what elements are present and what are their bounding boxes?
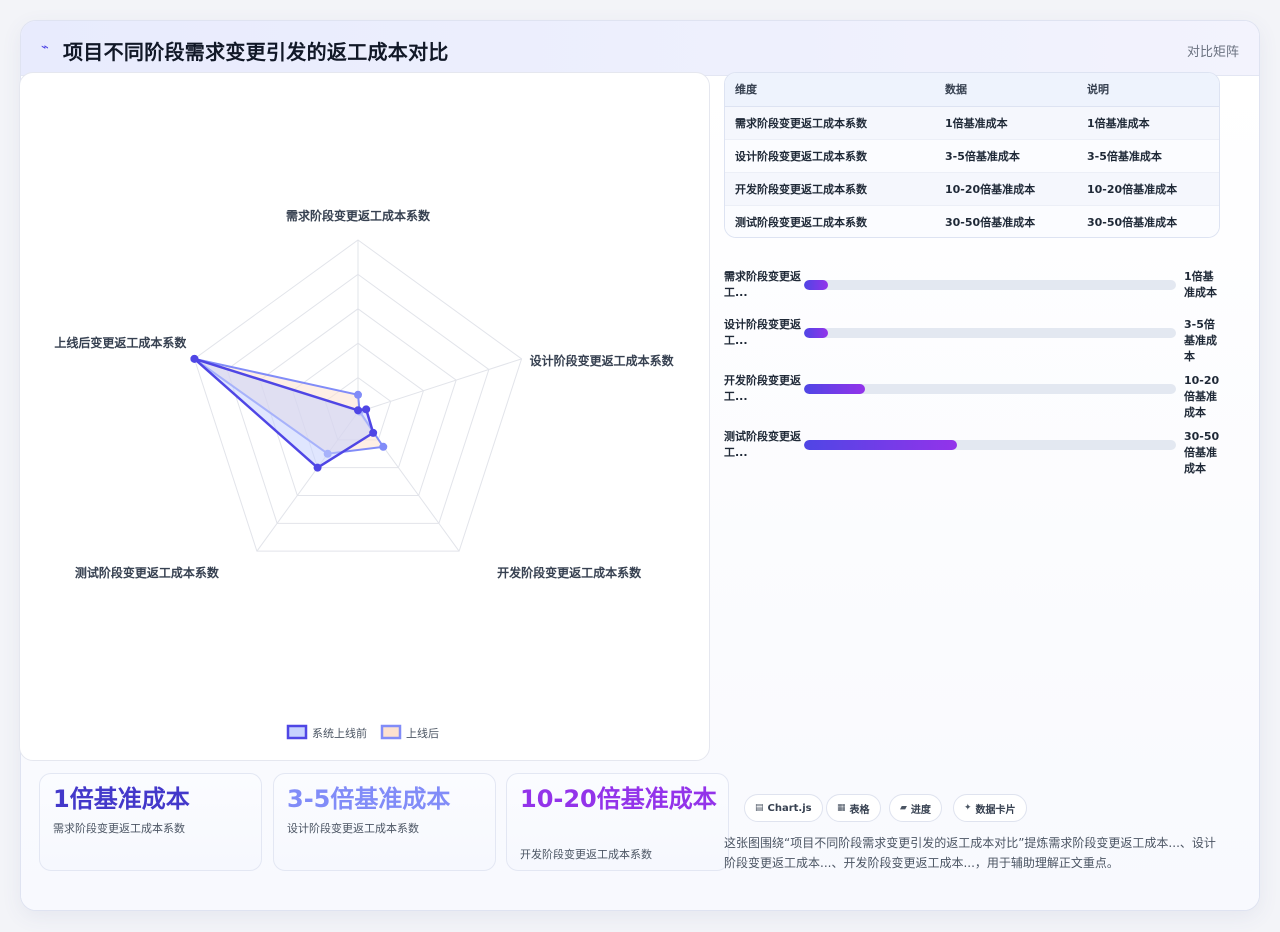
radar-axis-label: 设计阶段变更返工成本系数 bbox=[530, 353, 675, 368]
card-header: ⌁ 项目不同阶段需求变更引发的返工成本对比 对比矩阵 bbox=[21, 21, 1259, 76]
legend-swatch bbox=[286, 724, 308, 740]
chart-icon: ▤ bbox=[755, 803, 764, 813]
radar-axis-label: 测试阶段变更返工成本系数 bbox=[75, 565, 220, 580]
table-icon: ▦ bbox=[837, 803, 846, 813]
chip-progress[interactable]: ▰ 进度 bbox=[889, 794, 942, 822]
progress-label: 设计阶段变更返工... bbox=[724, 318, 801, 347]
progress-fill bbox=[804, 280, 829, 290]
table-header-row: 维度 数据 说明 bbox=[725, 73, 1219, 107]
radar-axis-label: 上线后变更返工成本系数 bbox=[54, 335, 187, 350]
progress-fill bbox=[804, 384, 866, 394]
table-row: 测试阶段变更返工成本系数 30-50倍基准成本 30-50倍基准成本 bbox=[725, 205, 1219, 237]
column-header: 数据 bbox=[935, 73, 1077, 107]
radar-point bbox=[354, 390, 362, 399]
radar-spoke bbox=[357, 358, 522, 413]
legend-label: 系统上线前 bbox=[312, 726, 367, 740]
radar-point bbox=[354, 406, 362, 415]
legend-swatch bbox=[380, 724, 402, 740]
table-cell: 1倍基准成本 bbox=[935, 106, 1077, 140]
view-tag[interactable]: 对比矩阵 bbox=[1187, 41, 1239, 60]
table-cell: 测试阶段变更返工成本系数 bbox=[725, 205, 935, 237]
progress-value: 30-50倍基准成本 bbox=[1184, 430, 1220, 475]
table-row: 设计阶段变更返工成本系数 3-5倍基准成本 3-5倍基准成本 bbox=[725, 139, 1219, 173]
kpi-card-2: 3-5倍基准成本 设计阶段变更返工成本系数 bbox=[273, 773, 496, 871]
chart-note: 这张图围绕“项目不同阶段需求变更引发的返工成本对比”提炼需求阶段变更返工成本..… bbox=[724, 836, 1216, 870]
progress-fill bbox=[804, 440, 957, 450]
progress-fill bbox=[804, 328, 829, 338]
kpi-card-3: 10-20倍基准成本 开发阶段变更返工成本系数 bbox=[506, 773, 729, 871]
chip-label: 进度 bbox=[910, 804, 931, 816]
progress-value: 3-5倍基准成本 bbox=[1184, 318, 1217, 363]
progress-label: 测试阶段变更返工... bbox=[724, 430, 801, 459]
kpi-card-1: 1倍基准成本 需求阶段变更返工成本系数 bbox=[39, 773, 262, 871]
chip-chartjs[interactable]: ▤ Chart.js bbox=[744, 794, 823, 822]
table-cell: 10-20倍基准成本 bbox=[1077, 172, 1219, 206]
chip-data-card[interactable]: ✦ 数据卡片 bbox=[953, 794, 1027, 822]
legend-label: 上线后 bbox=[406, 726, 439, 740]
chip-label: Chart.js bbox=[767, 802, 812, 814]
kpi-value: 1倍基准成本 bbox=[53, 785, 190, 813]
radar-point bbox=[379, 442, 388, 451]
table-cell: 开发阶段变更返工成本系数 bbox=[725, 172, 935, 206]
column-header: 维度 bbox=[725, 73, 935, 107]
kpi-label: 设计阶段变更返工成本系数 bbox=[287, 822, 419, 835]
progress-label: 需求阶段变更返工... bbox=[724, 270, 801, 299]
progress-value: 1倍基准成本 bbox=[1184, 270, 1217, 299]
radar-axis-label: 开发阶段变更返工成本系数 bbox=[497, 565, 642, 580]
progress-icon: ▰ bbox=[900, 803, 907, 813]
table-cell: 3-5倍基准成本 bbox=[1077, 139, 1219, 173]
progress-track bbox=[804, 280, 1176, 290]
chip-label: 表格 bbox=[849, 804, 870, 816]
column-header: 说明 bbox=[1077, 73, 1219, 107]
radar-point bbox=[313, 463, 322, 472]
table-row: 开发阶段变更返工成本系数 10-20倍基准成本 10-20倍基准成本 bbox=[725, 172, 1219, 206]
radar-axis-label: 需求阶段变更返工成本系数 bbox=[286, 208, 431, 223]
radar-point bbox=[190, 354, 199, 363]
progress-label: 开发阶段变更返工... bbox=[724, 374, 801, 403]
radar-point bbox=[369, 428, 378, 437]
kpi-label: 需求阶段变更返工成本系数 bbox=[53, 822, 185, 835]
radar-chart: 需求阶段变更返工成本系数设计阶段变更返工成本系数开发阶段变更返工成本系数 测试阶段… bbox=[54, 208, 675, 740]
progress-value: 10-20倍基准成本 bbox=[1184, 374, 1220, 419]
progress-track bbox=[804, 328, 1176, 338]
kpi-value: 3-5倍基准成本 bbox=[287, 785, 451, 813]
kpi-value: 10-20倍基准成本 bbox=[520, 785, 717, 813]
table-cell: 10-20倍基准成本 bbox=[935, 172, 1077, 206]
table-cell: 设计阶段变更返工成本系数 bbox=[725, 139, 935, 173]
page-title: 项目不同阶段需求变更引发的返工成本对比 bbox=[63, 40, 449, 64]
comparison-table: 维度 数据 说明 需求阶段变更返工成本系数 1倍基准成本 1倍基准成本 设计阶段… bbox=[724, 72, 1220, 238]
table-cell: 3-5倍基准成本 bbox=[935, 139, 1077, 173]
trend-icon: ⌁ bbox=[41, 40, 49, 55]
table-cell: 30-50倍基准成本 bbox=[1077, 205, 1219, 237]
kpi-label: 开发阶段变更返工成本系数 bbox=[520, 848, 652, 861]
radar-chart-panel: 需求阶段变更返工成本系数设计阶段变更返工成本系数开发阶段变更返工成本系数 测试阶段… bbox=[19, 72, 710, 761]
chip-table[interactable]: ▦ 表格 bbox=[826, 794, 881, 822]
progress-track bbox=[804, 440, 1176, 450]
table-cell: 30-50倍基准成本 bbox=[935, 205, 1077, 237]
radar-point bbox=[362, 405, 371, 414]
card-icon: ✦ bbox=[964, 803, 972, 813]
chip-label: 数据卡片 bbox=[975, 804, 1016, 816]
table-row: 需求阶段变更返工成本系数 1倍基准成本 1倍基准成本 bbox=[725, 106, 1219, 140]
progress-track bbox=[804, 384, 1176, 394]
table-cell: 需求阶段变更返工成本系数 bbox=[725, 106, 935, 140]
table-cell: 1倍基准成本 bbox=[1077, 106, 1219, 140]
